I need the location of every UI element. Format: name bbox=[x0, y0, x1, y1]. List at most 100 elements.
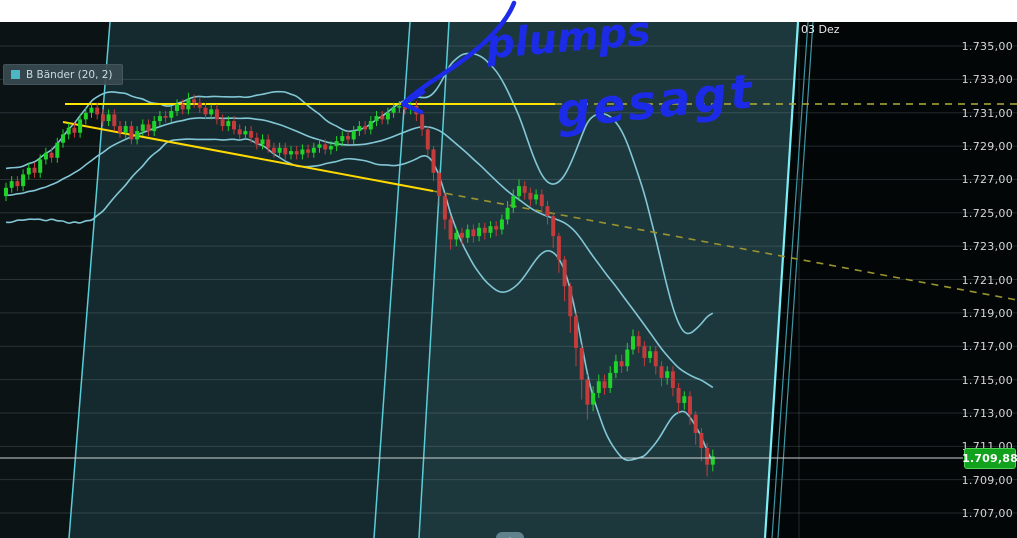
legend-swatch-icon bbox=[11, 70, 20, 79]
candle-body-down bbox=[494, 226, 498, 229]
candle-body-down bbox=[694, 415, 698, 433]
candle-body-up bbox=[261, 139, 265, 144]
candle-body-down bbox=[671, 371, 675, 388]
candle-body-up bbox=[506, 208, 510, 220]
candle-body-down bbox=[620, 361, 624, 366]
candle-body-down bbox=[112, 114, 116, 126]
candle-body-up bbox=[631, 336, 635, 349]
price-axis-label: 1.733,00 bbox=[962, 74, 1013, 85]
candle-body-down bbox=[295, 151, 299, 154]
candle-body-up bbox=[107, 114, 111, 121]
candle-body-up bbox=[289, 151, 293, 154]
price-axis-label: 1.713,00 bbox=[962, 408, 1013, 419]
candle-body-down bbox=[204, 108, 208, 115]
candle-body-up bbox=[243, 131, 247, 134]
candle-body-up bbox=[397, 106, 401, 108]
candle-body-up bbox=[27, 168, 31, 175]
candle-body-up bbox=[300, 149, 304, 154]
candle-body-up bbox=[534, 194, 538, 199]
candle-body-down bbox=[551, 216, 555, 236]
candle-body-up bbox=[78, 119, 82, 132]
price-axis-label: 1.715,00 bbox=[962, 375, 1013, 386]
candle-body-up bbox=[386, 113, 390, 120]
candle-body-down bbox=[198, 103, 202, 108]
candle-body-up bbox=[375, 116, 379, 121]
candle-body-up bbox=[489, 226, 493, 233]
candle-body-down bbox=[637, 336, 641, 346]
candle-body-down bbox=[471, 229, 475, 236]
price-axis-label: 1.721,00 bbox=[962, 275, 1013, 286]
candle-body-up bbox=[278, 148, 282, 153]
candle-body-down bbox=[33, 168, 37, 173]
price-axis-label: 1.725,00 bbox=[962, 208, 1013, 219]
candle-body-down bbox=[426, 129, 430, 149]
candle-body-down bbox=[181, 104, 185, 109]
candle-body-down bbox=[249, 131, 253, 138]
candle-body-up bbox=[21, 174, 25, 186]
candle-body-up bbox=[392, 108, 396, 113]
candle-body-down bbox=[443, 196, 447, 219]
candle-body-down bbox=[118, 126, 122, 133]
candle-body-down bbox=[50, 153, 54, 158]
candle-body-down bbox=[563, 260, 567, 287]
candle-body-down bbox=[660, 366, 664, 378]
candle-body-up bbox=[648, 351, 652, 358]
candle-body-down bbox=[129, 126, 133, 139]
candle-body-up bbox=[625, 350, 629, 367]
candle-body-down bbox=[705, 448, 709, 465]
candle-body-down bbox=[540, 194, 544, 206]
candle-body-down bbox=[677, 388, 681, 403]
legend-label: B Bänder (20, 2) bbox=[26, 69, 113, 81]
candle-body-down bbox=[346, 136, 350, 139]
candle-body-down bbox=[432, 149, 436, 172]
candle-body-up bbox=[329, 146, 333, 149]
x-axis-date-label: 03 Dez bbox=[801, 23, 840, 36]
indicator-legend[interactable]: B Bänder (20, 2) bbox=[3, 64, 123, 85]
candle-body-down bbox=[574, 316, 578, 348]
price-axis-label: 1.717,00 bbox=[962, 341, 1013, 352]
price-axis-label: 1.707,00 bbox=[962, 508, 1013, 519]
candle-body-up bbox=[511, 196, 515, 208]
candle-body-up bbox=[454, 233, 458, 240]
candle-body-down bbox=[580, 348, 584, 380]
candle-body-down bbox=[272, 148, 276, 153]
current-price-badge: 1.709,88 bbox=[964, 448, 1016, 469]
candle-body-up bbox=[226, 121, 230, 126]
candle-body-down bbox=[688, 396, 692, 414]
candle-body-up bbox=[597, 381, 601, 393]
candle-body-down bbox=[221, 119, 225, 126]
candle-body-up bbox=[682, 396, 686, 403]
candle-body-down bbox=[528, 193, 532, 200]
candle-body-up bbox=[477, 228, 481, 236]
candle-body-up bbox=[55, 143, 59, 158]
candle-body-up bbox=[4, 188, 8, 196]
candle-body-up bbox=[466, 229, 470, 237]
candle-body-down bbox=[192, 99, 196, 102]
candle-body-up bbox=[158, 116, 162, 121]
price-axis-label: 1.723,00 bbox=[962, 241, 1013, 252]
price-chart-canvas[interactable]: plumps gesagt bbox=[0, 0, 1017, 538]
candle-body-up bbox=[44, 153, 48, 160]
candle-body-up bbox=[665, 371, 669, 378]
price-axis-label: 1.735,00 bbox=[962, 41, 1013, 52]
candle-body-down bbox=[642, 346, 646, 358]
price-axis-label: 1.731,00 bbox=[962, 108, 1013, 119]
candle-body-up bbox=[90, 108, 94, 113]
candle-body-down bbox=[147, 124, 151, 131]
candle-body-up bbox=[335, 141, 339, 146]
candle-body-up bbox=[124, 126, 128, 133]
candle-body-up bbox=[318, 144, 322, 147]
candle-body-down bbox=[699, 433, 703, 448]
candle-body-down bbox=[546, 206, 550, 216]
candle-body-up bbox=[84, 113, 88, 120]
trading-chart-window: plumps gesagt 1.735,00 1.733,00 1.731,00 1.… bbox=[0, 0, 1017, 538]
candle-body-down bbox=[363, 126, 367, 129]
candle-body-up bbox=[10, 181, 14, 188]
expand-panel-button[interactable]: ▴ bbox=[496, 532, 524, 538]
candle-body-down bbox=[420, 114, 424, 129]
candle-body-down bbox=[101, 114, 105, 121]
candle-body-down bbox=[437, 173, 441, 196]
candle-body-up bbox=[614, 361, 618, 373]
candle-body-down bbox=[232, 121, 236, 129]
candle-body-up bbox=[369, 121, 373, 129]
